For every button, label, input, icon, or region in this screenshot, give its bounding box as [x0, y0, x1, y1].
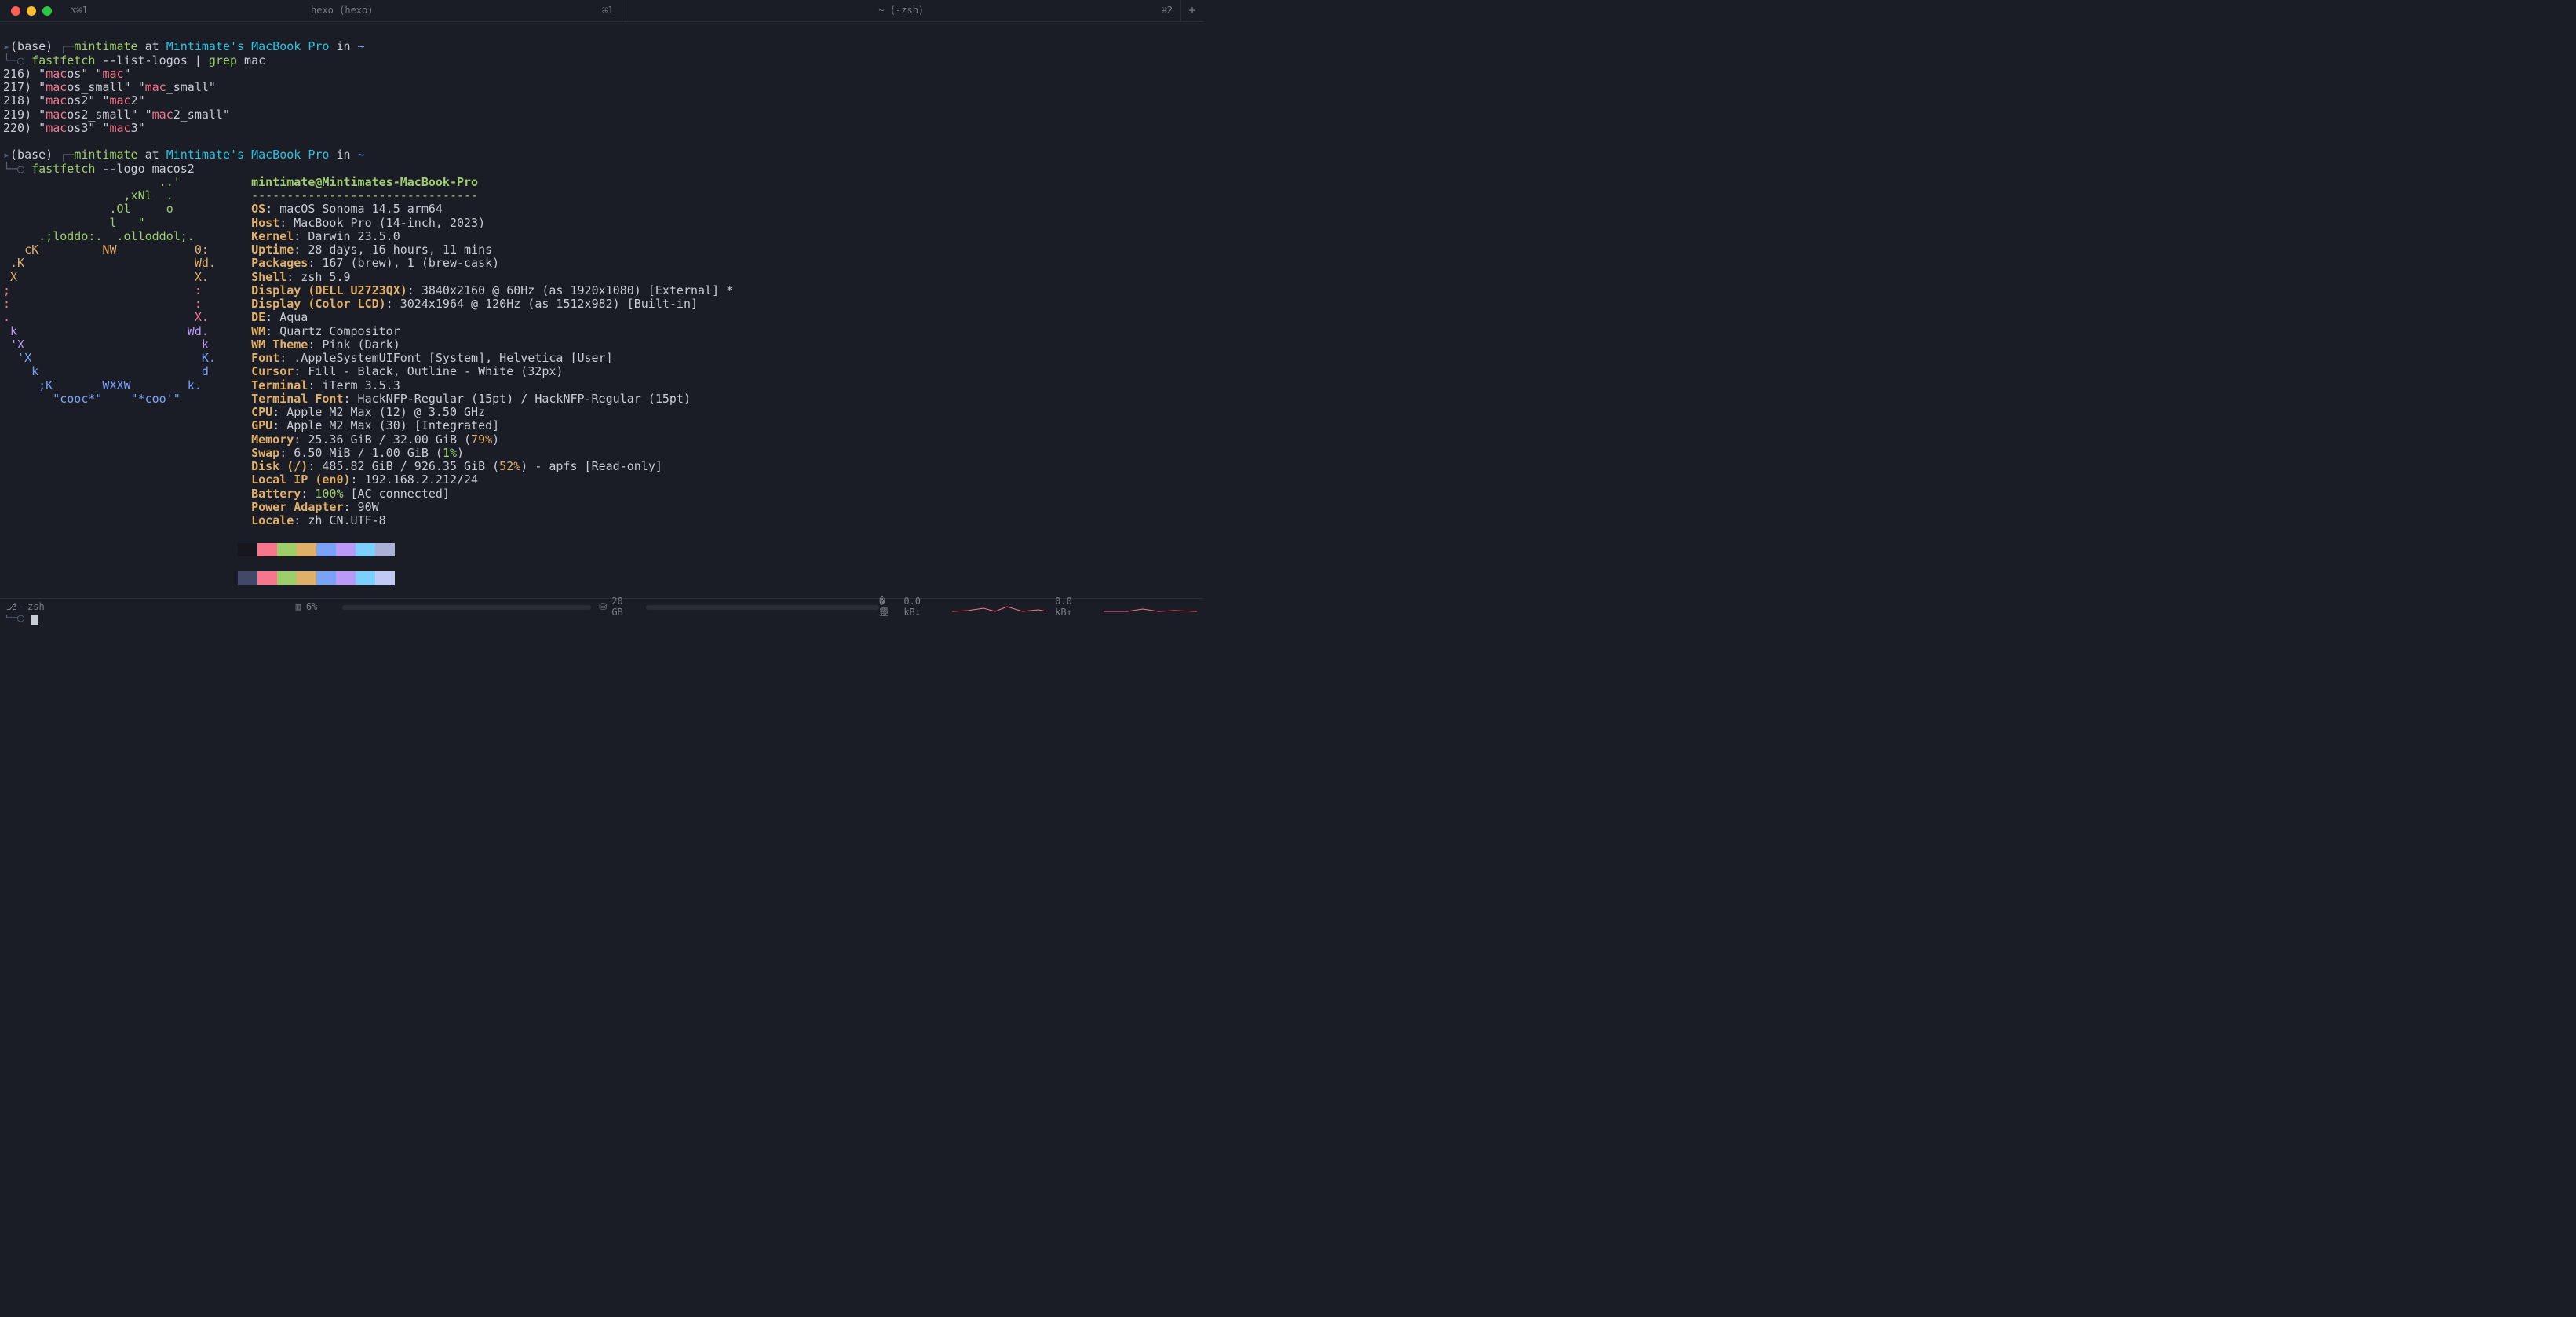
color-swatches-dark [238, 543, 1200, 556]
tab-2[interactable]: ~ (-zsh) ⌘2 [622, 0, 1182, 21]
tab-1[interactable]: ⌥⌘1 hexo (hexo) ⌘1 [63, 0, 622, 21]
tab-2-title: ~ (-zsh) [878, 5, 924, 16]
tab-1-title: hexo (hexo) [311, 5, 373, 16]
net-down-spark [952, 602, 1045, 613]
status-net-down: 0.0 kB↓ [903, 596, 943, 618]
status-cpu: 6% [306, 602, 317, 613]
memory-icon: ⛁ [599, 602, 607, 613]
fastfetch-output: ..' mintimate@Mintimates-MacBook-Pro ,xN… [3, 176, 1200, 528]
close-window-button[interactable] [11, 6, 20, 16]
network-icon: �靈 [879, 596, 894, 618]
status-bar: ⎇ -zsh ▥ 6% ⛁ 20 GB �靈 0.0 kB↓ 0.0 kB↑ [0, 598, 1203, 615]
terminal-output[interactable]: ▸(base) ┌─mintimate at Mintimate's MacBo… [0, 22, 1203, 626]
command-1: fastfetch [31, 53, 95, 67]
tab-2-shortcut-right: ⌘2 [1162, 5, 1173, 16]
status-memory: 20 GB [611, 596, 640, 618]
zoom-window-button[interactable] [42, 6, 52, 16]
memory-bar [646, 605, 879, 610]
status-process: -zsh [22, 602, 45, 613]
cpu-icon: ▥ [296, 602, 301, 613]
tab-1-shortcut-left: ⌥⌘1 [71, 5, 88, 16]
status-net-up: 0.0 kB↑ [1055, 596, 1094, 618]
prompt-cwd: ~ [358, 39, 365, 53]
net-up-spark [1104, 602, 1197, 613]
branch-icon: ⎇ [6, 602, 17, 613]
grep-output: 216) "macos" "mac" 217) "macos_small" "m… [3, 67, 1200, 135]
tab-1-shortcut-right: ⌘1 [602, 5, 613, 16]
prompt-user: mintimate [74, 39, 137, 53]
conda-env: (base) [10, 39, 53, 53]
prompt-host: Mintimate's MacBook Pro [166, 39, 330, 53]
window-controls [0, 0, 63, 21]
minimize-window-button[interactable] [27, 6, 36, 16]
command-2: fastfetch [31, 162, 95, 176]
new-tab-button[interactable]: + [1181, 0, 1203, 21]
tab-bar: ⌥⌘1 hexo (hexo) ⌘1 ~ (-zsh) ⌘2 + [0, 0, 1203, 22]
color-swatches-bright [238, 571, 1200, 585]
cpu-bar [342, 605, 591, 610]
